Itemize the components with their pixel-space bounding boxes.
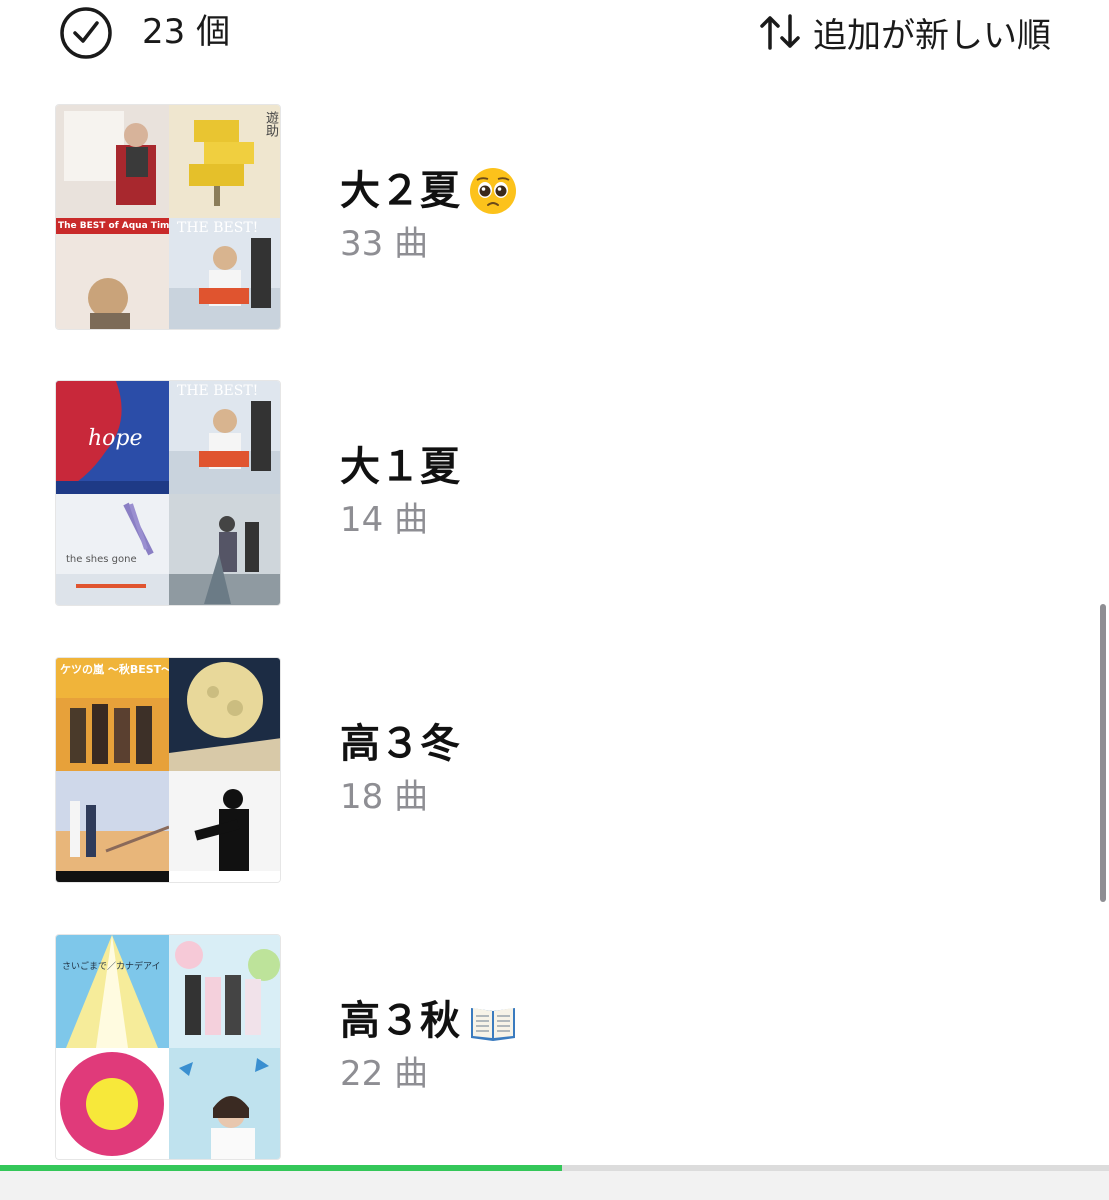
album-art — [56, 1048, 169, 1159]
library-header: 23 個 追加が新しい順 — [0, 0, 1109, 70]
playlist-item[interactable]: ケツの嵐 〜秋BEST〜 高３冬 18 曲 — [55, 657, 1055, 883]
album-art: ケツの嵐 〜秋BEST〜 — [56, 658, 169, 771]
pleading-face-emoji — [470, 168, 516, 214]
song-count: 22 曲 — [340, 1054, 429, 1094]
playlist-title: 高３冬 — [340, 721, 460, 767]
playlist-title: 大２夏 — [340, 166, 518, 216]
playlist-info: 高３冬 18 曲 — [340, 719, 460, 819]
playlist-artwork: さいごまで／カナデアイ — [55, 934, 281, 1160]
album-art — [169, 494, 280, 605]
playlist-artwork: 遊助 The BEST of Aqua Timez THE BEST! — [55, 104, 281, 330]
album-art — [56, 771, 169, 882]
sort-label: 追加が新しい順 — [813, 15, 1051, 56]
playlist-artwork: ケツの嵐 〜秋BEST〜 — [55, 657, 281, 883]
playlist-info: 大１夏 14 曲 — [340, 442, 460, 542]
mini-player-bar[interactable] — [0, 1171, 1109, 1200]
song-count: 33 曲 — [340, 224, 429, 264]
album-art — [56, 105, 169, 218]
playlist-info: 高３秋 22 曲 — [340, 996, 518, 1096]
album-art: the shes gone — [56, 494, 169, 605]
open-book-emoji — [471, 1008, 515, 1041]
sort-button[interactable]: 追加が新しい順 — [757, 10, 1051, 56]
sort-arrows-icon — [760, 14, 800, 50]
playlist-item[interactable]: 遊助 The BEST of Aqua Timez THE BEST! 大２夏 … — [55, 104, 1055, 330]
scrollbar[interactable] — [1100, 604, 1106, 902]
album-art — [169, 1048, 280, 1159]
playlist-count: 23 個 — [142, 12, 231, 52]
album-art — [169, 658, 280, 771]
album-art: 遊助 — [169, 105, 280, 218]
playlist-title: 大１夏 — [340, 444, 460, 490]
playlist-title: 高３秋 — [340, 996, 518, 1046]
playlist-item[interactable]: さいごまで／カナデアイ 高３秋 22 曲 — [55, 934, 1055, 1160]
album-art: THE BEST! — [169, 381, 280, 494]
album-art — [169, 935, 280, 1048]
album-art — [169, 771, 280, 882]
album-art: THE BEST! — [169, 218, 280, 329]
song-count: 14 曲 — [340, 500, 429, 540]
album-art: The BEST of Aqua Timez — [56, 218, 169, 329]
check-circle-icon[interactable] — [58, 5, 114, 61]
song-count: 18 曲 — [340, 777, 429, 817]
playlist-artwork: hope THE BEST! the shes gone — [55, 380, 281, 606]
album-art: さいごまで／カナデアイ — [56, 935, 169, 1048]
playlist-info: 大２夏 33 曲 — [340, 166, 518, 266]
playlist-item[interactable]: hope THE BEST! the shes gone 大１夏 14 曲 — [55, 380, 1055, 606]
album-art: hope — [56, 381, 169, 494]
